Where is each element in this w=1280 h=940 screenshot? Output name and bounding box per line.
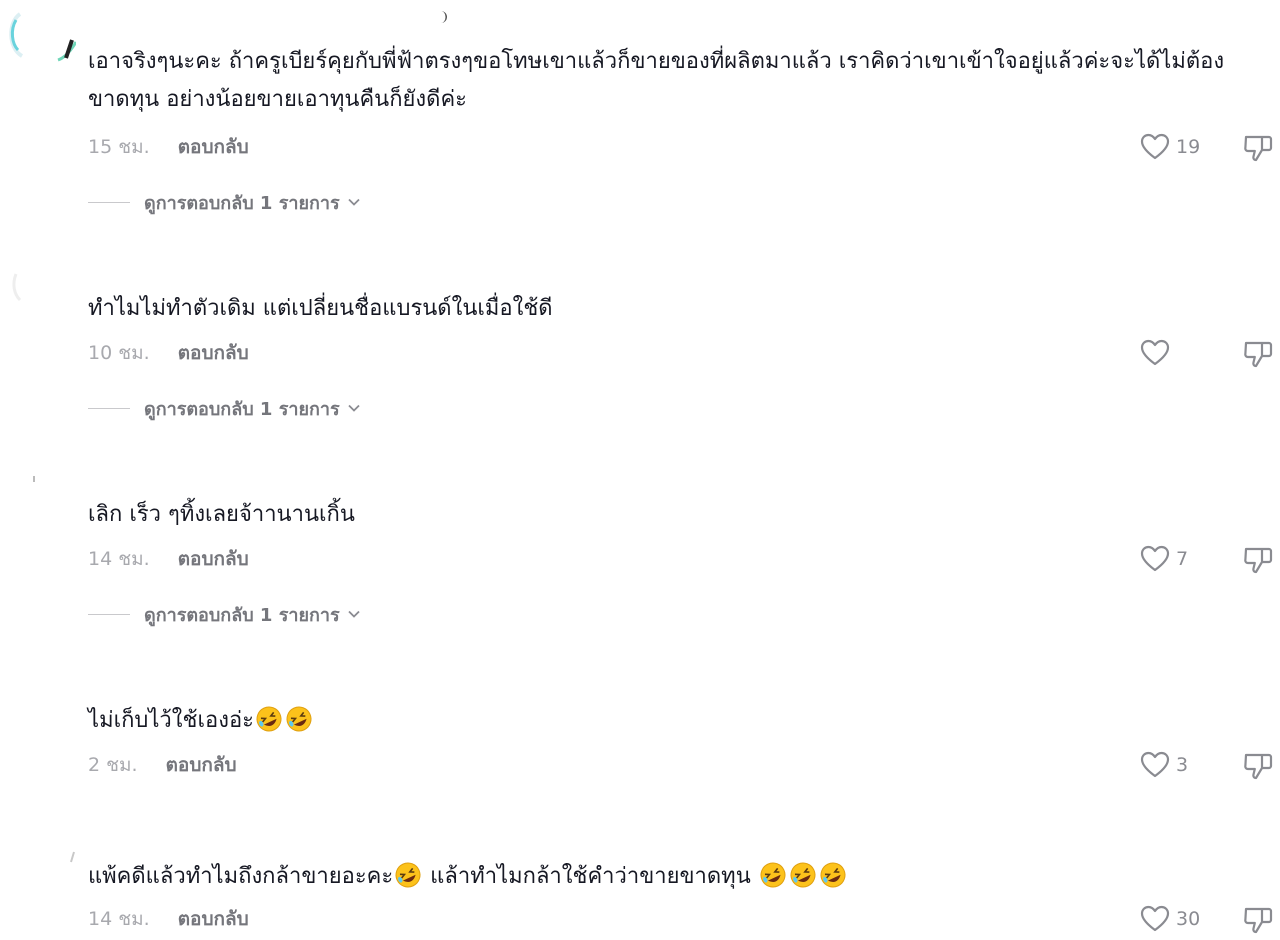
- thumbs-down-icon: [1244, 753, 1273, 780]
- like-count: 19: [1176, 136, 1201, 158]
- crescent-mark: [441, 11, 447, 23]
- like-count: 3: [1176, 754, 1189, 776]
- heart-outline-icon: [1140, 133, 1170, 160]
- chevron-down-icon: [348, 404, 360, 412]
- chevron-down-icon: [348, 198, 360, 206]
- comment-meta: 14 ชม. ตอบกลับ: [88, 907, 249, 931]
- heart-outline-icon: [1140, 751, 1170, 778]
- rolling-laughing-emoji: [760, 862, 786, 888]
- view-replies-button[interactable]: ดูการตอบกลับ 1 รายการ: [88, 396, 362, 420]
- avatar[interactable]: [6, 4, 76, 64]
- rolling-laughing-emoji: [256, 706, 282, 732]
- comment-text: ไม่เก็บไว้ใช้เองอ่ะ: [88, 702, 1260, 740]
- comment-time: 14 ชม.: [88, 548, 150, 570]
- comment-time: 10 ชม.: [88, 342, 150, 364]
- avatar[interactable]: [6, 256, 76, 316]
- dislike-button[interactable]: [1242, 131, 1274, 163]
- thumbs-down-icon: [1244, 135, 1273, 162]
- like-button[interactable]: 19: [1140, 132, 1200, 162]
- like-button[interactable]: [1140, 338, 1176, 368]
- comment-meta: 10 ชม. ตอบกลับ: [88, 341, 249, 365]
- reply-button[interactable]: ตอบกลับ: [178, 132, 249, 162]
- heart-outline-icon: [1140, 339, 1170, 366]
- dislike-button[interactable]: [1242, 543, 1274, 575]
- comment-text-part: แพ้คดีแล้วทำไมถึงกล้าขายอะคะ: [88, 864, 394, 889]
- reply-button[interactable]: ตอบกลับ: [178, 338, 249, 368]
- view-replies-button[interactable]: ดูการตอบกลับ 1 รายการ: [88, 602, 362, 626]
- rolling-laughing-emoji: [820, 862, 846, 888]
- thumbs-down-icon: [1244, 547, 1273, 574]
- rolling-laughing-emoji: [790, 862, 816, 888]
- like-count: 30: [1176, 908, 1201, 930]
- comment-time: 15 ชม.: [88, 136, 150, 158]
- reply-button[interactable]: ตอบกลับ: [178, 544, 249, 574]
- like-button[interactable]: 30: [1140, 904, 1200, 934]
- view-replies-label: ดูการตอบกลับ 1 รายการ: [144, 192, 340, 214]
- like-button[interactable]: 3: [1140, 750, 1188, 780]
- comment-time: 14 ชม.: [88, 908, 150, 930]
- comment-text: เอาจริงๆนะคะ ถ้าครูเบียร์คุยกับพี่ฟ้าตรง…: [88, 49, 1225, 112]
- heart-outline-icon: [1140, 905, 1170, 932]
- rolling-laughing-emoji: [286, 706, 312, 732]
- like-button[interactable]: 7: [1140, 544, 1188, 574]
- view-replies-button[interactable]: ดูการตอบกลับ 1 รายการ: [88, 190, 362, 214]
- comment-meta: 14 ชม. ตอบกลับ: [88, 547, 249, 571]
- comment-text: ทำไมไม่ทำตัวเดิม แต่เปลี่ยนชื่อแบรนด์ในเ…: [88, 296, 553, 321]
- comment-list: เอาจริงๆนะคะ ถ้าครูเบียร์คุยกับพี่ฟ้าตรง…: [0, 0, 1280, 940]
- divider-line: [88, 407, 130, 409]
- comment-text-body: ไม่เก็บไว้ใช้เองอ่ะ: [88, 708, 254, 733]
- avatar[interactable]: [6, 668, 76, 728]
- chevron-down-icon: [348, 610, 360, 618]
- reply-button[interactable]: ตอบกลับ: [166, 750, 237, 780]
- divider-line: [88, 201, 130, 203]
- heart-outline-icon: [1140, 545, 1170, 572]
- comment-text: แพ้คดีแล้วทำไมถึงกล้าขายอะคะ แล้าทำไมกล้…: [88, 858, 1260, 896]
- dislike-button[interactable]: [1242, 749, 1274, 781]
- dislike-button[interactable]: [1242, 903, 1274, 935]
- comment-meta: 2 ชม. ตอบกลับ: [88, 753, 237, 777]
- view-replies-label: ดูการตอบกลับ 1 รายการ: [144, 398, 340, 420]
- dislike-button[interactable]: [1242, 337, 1274, 369]
- thumbs-down-icon: [1244, 341, 1273, 368]
- comment-text: เลิก เร็ว ๆทิ้งเลยจ้าานานเกิ้น: [88, 502, 355, 527]
- comment-meta: 15 ชม. ตอบกลับ: [88, 135, 249, 159]
- rolling-laughing-emoji: [395, 862, 421, 888]
- divider-line: [88, 613, 130, 615]
- like-count: 7: [1176, 548, 1189, 570]
- avatar[interactable]: [6, 826, 76, 886]
- avatar[interactable]: [6, 462, 76, 522]
- reply-button[interactable]: ตอบกลับ: [178, 904, 249, 934]
- comment-time: 2 ชม.: [88, 754, 138, 776]
- comment-text-part: แล้าทำไมกล้าใช้คำว่าขายขาดทุน: [423, 864, 758, 889]
- view-replies-label: ดูการตอบกลับ 1 รายการ: [144, 604, 340, 626]
- thumbs-down-icon: [1244, 907, 1273, 934]
